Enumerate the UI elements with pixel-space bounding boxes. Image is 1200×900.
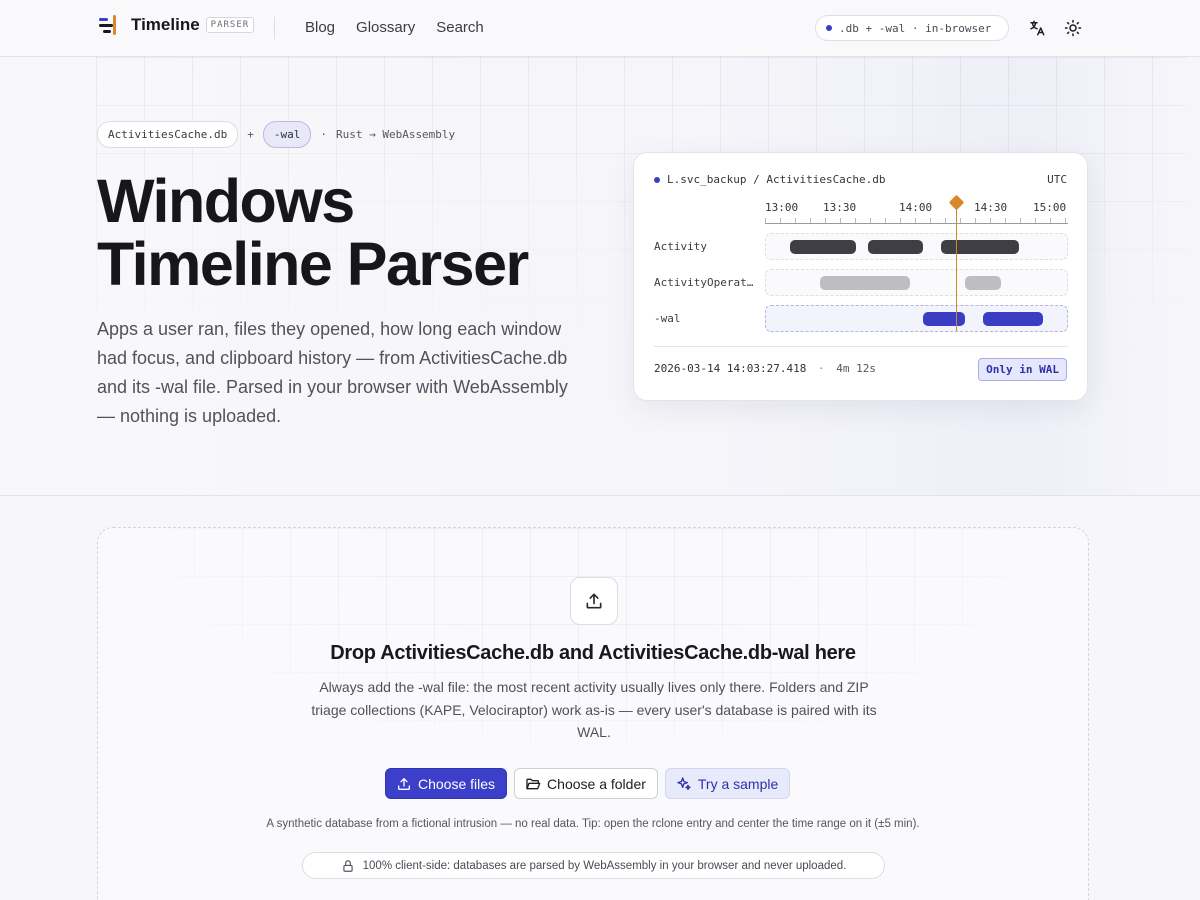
folder-open-icon <box>526 778 541 789</box>
header-divider <box>274 17 275 39</box>
row-label-wal: -wal <box>654 312 681 325</box>
tick-label: 13:30 <box>823 201 857 214</box>
privacy-notice: 100% client-side: databases are parsed b… <box>302 852 885 879</box>
upload-icon <box>586 593 602 609</box>
sparkles-icon <box>677 776 691 790</box>
privacy-text: 100% client-side: databases are parsed b… <box>362 859 847 872</box>
card-divider <box>654 346 1068 347</box>
status-dot <box>826 25 832 31</box>
lock-icon <box>342 859 353 872</box>
hero-description: Apps a user ran, files they opened, how … <box>97 319 568 426</box>
crumb-separator: · <box>320 128 327 141</box>
upload-icon-box <box>570 577 618 625</box>
card-timezone: UTC <box>1047 173 1067 186</box>
track-activity-operation[interactable] <box>765 269 1068 296</box>
nav-link-glossary[interactable]: Glossary <box>356 19 415 36</box>
format-pill: .db + -wal · in-browser <box>815 15 1009 41</box>
logo-name: Timeline <box>131 15 200 34</box>
choose-files-label: Choose files <box>418 775 496 792</box>
card-footer: 2026-03-14 14:03:27.418 · 4m 12s <box>654 362 876 375</box>
time-cursor-line <box>955 201 957 331</box>
tick-label: 13:00 <box>765 201 799 214</box>
logo[interactable]: Timeline PARSER <box>98 13 255 37</box>
crumb-plus: + <box>247 128 254 141</box>
card-header: L.svc_backup / ActivitiesCache.db <box>654 173 886 186</box>
try-sample-button[interactable]: Try a sample <box>664 768 791 799</box>
track-activity[interactable] <box>765 233 1068 260</box>
file-dropzone[interactable]: Drop ActivitiesCache.db and ActivitiesCa… <box>97 527 1089 900</box>
dropzone-title: Drop ActivitiesCache.db and ActivitiesCa… <box>330 642 856 664</box>
page-title: Windows Timeline Parser <box>97 170 617 296</box>
time-axis-labels: 13:00 13:30 14:00 14:30 15:00 <box>765 201 1068 215</box>
tick-label: 14:30 <box>974 201 1008 214</box>
try-sample-label: Try a sample <box>697 775 779 792</box>
row-label-activity-operation: ActivityOperation <box>654 276 754 289</box>
logo-badge: PARSER <box>205 17 255 33</box>
hero-section: ActivitiesCache.db + -wal · Rust → WebAs… <box>0 57 1200 496</box>
choose-folder-button[interactable]: Choose a folder <box>514 768 658 799</box>
time-axis-ruler <box>765 215 1068 224</box>
tick-label: 15:00 <box>1033 201 1067 214</box>
card-status-dot <box>654 176 660 183</box>
row-label-activity: Activity <box>654 240 707 253</box>
only-in-wal-badge: Only in WAL <box>978 358 1067 381</box>
translate-icon <box>1030 20 1045 36</box>
page-title-line-2: Timeline Parser <box>97 230 529 298</box>
format-pill-text: .db + -wal · in-browser <box>839 21 992 35</box>
crumb-stack: Rust → WebAssembly <box>335 128 456 141</box>
crumb-wal-chip: -wal <box>262 121 312 148</box>
card-path: L.svc_backup / ActivitiesCache.db <box>667 173 886 186</box>
track-wal[interactable] <box>765 305 1068 332</box>
site-header: Timeline PARSER Blog Glossary Search .db… <box>0 0 1200 57</box>
upload-icon <box>398 777 410 790</box>
nav-link-search[interactable]: Search <box>436 19 484 36</box>
timeline-segment[interactable] <box>820 276 911 290</box>
timeline-segment[interactable] <box>982 312 1043 326</box>
sun-icon <box>1064 19 1082 37</box>
theme-toggle-button[interactable] <box>1062 17 1084 39</box>
sample-note: A synthetic database from a fictional in… <box>266 818 920 830</box>
timeline-segment[interactable] <box>922 312 965 326</box>
nav-link-blog[interactable]: Blog <box>305 19 335 36</box>
timeline-preview-card: L.svc_backup / ActivitiesCache.db UTC 13… <box>633 152 1088 401</box>
page-title-line-1: Windows <box>97 167 355 235</box>
timeline-segment[interactable] <box>790 240 857 254</box>
dropzone-actions: Choose files Choose a folder Try a sampl… <box>385 768 791 799</box>
main-nav: Blog Glossary Search <box>305 19 484 36</box>
timeline-segment[interactable] <box>964 276 1001 290</box>
dropzone-description: Always add the -wal file: the most recen… <box>311 679 877 740</box>
choose-files-button[interactable]: Choose files <box>385 768 508 799</box>
crumb-db-chip: ActivitiesCache.db <box>97 121 239 148</box>
selected-duration: 4m 12s <box>836 362 876 375</box>
selected-timestamp: 2026-03-14 14:03:27.418 <box>654 362 807 375</box>
timeline-logo-icon <box>99 15 116 35</box>
language-button[interactable] <box>1026 17 1048 39</box>
tick-label: 14:00 <box>899 201 933 214</box>
hero-format-crumbs: ActivitiesCache.db + -wal · Rust → WebAs… <box>97 121 455 148</box>
footer-separator: · <box>817 362 825 375</box>
timeline-segment[interactable] <box>940 240 1019 254</box>
timeline-segment[interactable] <box>868 240 923 254</box>
choose-folder-label: Choose a folder <box>547 775 646 792</box>
